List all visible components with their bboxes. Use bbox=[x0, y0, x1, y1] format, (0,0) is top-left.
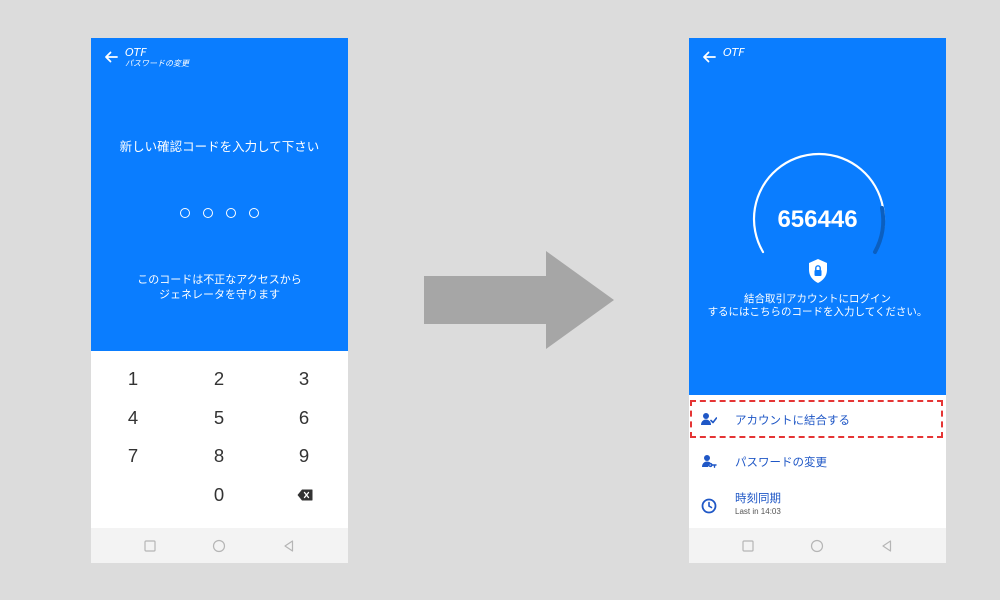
key-3[interactable]: 3 bbox=[284, 364, 324, 394]
key-6[interactable]: 6 bbox=[284, 403, 324, 433]
otp-code: 656446 bbox=[777, 206, 858, 233]
menu-item-sublabel: Last in 14:03 bbox=[735, 507, 781, 516]
protection-note: このコードは不正なアクセスから ジェネレータを守ります bbox=[91, 272, 348, 302]
app-bar-titles: OTF パスワードの変更 bbox=[125, 47, 189, 68]
app-bar: OTF パスワードの変更 bbox=[103, 47, 189, 75]
key-4[interactable]: 4 bbox=[113, 403, 153, 433]
app-title: OTF bbox=[125, 46, 147, 59]
pin-dot bbox=[203, 208, 213, 218]
menu-item-time-sync[interactable]: 時刻同期 Last in 14:03 bbox=[689, 484, 946, 526]
circle-nav-icon[interactable] bbox=[212, 539, 226, 553]
otp-countdown-ring bbox=[752, 152, 886, 254]
clock-sync-icon bbox=[701, 498, 717, 514]
phone-pin-entry-screen: OTF パスワードの変更 新しい確認コードを入力して下さい このコードは不正なア… bbox=[91, 38, 348, 563]
shield-lock-icon bbox=[809, 259, 827, 283]
menu-item-label: 時刻同期 bbox=[735, 491, 781, 505]
square-nav-icon[interactable] bbox=[143, 539, 157, 553]
app-bar-titles: OTF bbox=[723, 47, 745, 58]
key-0[interactable]: 0 bbox=[199, 480, 239, 510]
menu-item-change-password[interactable]: パスワードの変更 bbox=[689, 442, 946, 480]
otp-instruction-line2: するにはこちらのコードを入力してください。 bbox=[707, 306, 928, 318]
key-9[interactable]: 9 bbox=[284, 441, 324, 471]
otp-header-panel: OTF 656446 結合取引アカウントにログイン するにはこちらのコードを入力… bbox=[689, 38, 946, 395]
protection-note-line2: ジェネレータを守ります bbox=[159, 288, 280, 301]
circle-nav-icon[interactable] bbox=[810, 539, 824, 553]
backspace-icon[interactable] bbox=[297, 489, 313, 501]
protection-note-line1: このコードは不正なアクセスから bbox=[137, 273, 302, 286]
key-2[interactable]: 2 bbox=[199, 364, 239, 394]
transition-arrow bbox=[424, 251, 614, 349]
menu-item-label: パスワードの変更 bbox=[735, 455, 827, 469]
pin-dot bbox=[180, 208, 190, 218]
numeric-keypad: 1 2 3 4 5 6 7 8 9 0 bbox=[91, 364, 348, 526]
key-7[interactable]: 7 bbox=[113, 441, 153, 471]
enter-code-prompt: 新しい確認コードを入力して下さい bbox=[119, 139, 320, 154]
highlight-box bbox=[690, 400, 943, 438]
pin-dot bbox=[226, 208, 236, 218]
triangle-back-nav-icon[interactable] bbox=[282, 539, 296, 553]
phone-otp-screen: OTF 656446 結合取引アカウントにログイン するにはこちらのコードを入力… bbox=[689, 38, 946, 563]
pin-dot bbox=[249, 208, 259, 218]
key-user-icon bbox=[702, 455, 717, 468]
back-arrow-icon[interactable] bbox=[103, 49, 119, 65]
key-1[interactable]: 1 bbox=[113, 364, 153, 394]
pin-indicator bbox=[91, 208, 348, 218]
triangle-back-nav-icon[interactable] bbox=[880, 539, 894, 553]
square-nav-icon[interactable] bbox=[741, 539, 755, 553]
app-bar: OTF bbox=[701, 47, 745, 75]
key-8[interactable]: 8 bbox=[199, 441, 239, 471]
back-arrow-icon[interactable] bbox=[701, 49, 717, 65]
otp-instruction: 結合取引アカウントにログイン するにはこちらのコードを入力してください。 bbox=[689, 293, 946, 319]
menu-item-link-account[interactable]: アカウントに結合する bbox=[689, 400, 946, 438]
system-nav-bar bbox=[91, 528, 348, 563]
key-5[interactable]: 5 bbox=[199, 403, 239, 433]
pin-header-panel: OTF パスワードの変更 新しい確認コードを入力して下さい このコードは不正なア… bbox=[91, 38, 348, 351]
system-nav-bar bbox=[689, 528, 946, 563]
app-title: OTF bbox=[723, 46, 745, 59]
otp-instruction-line1: 結合取引アカウントにログイン bbox=[744, 293, 891, 305]
app-subtitle: パスワードの変更 bbox=[125, 59, 189, 68]
